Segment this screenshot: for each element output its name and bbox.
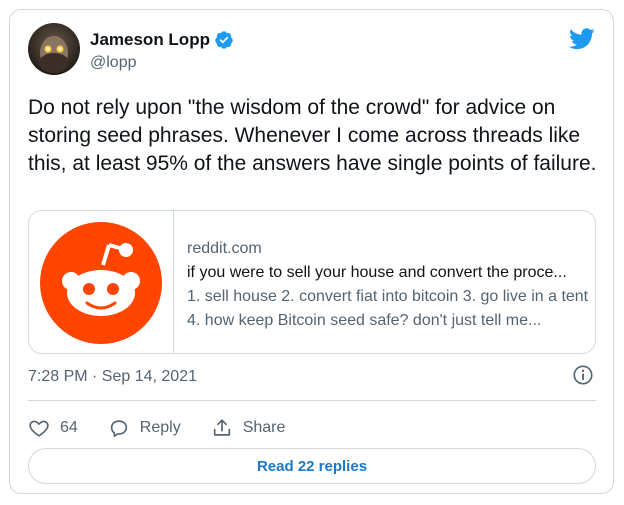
tweet-card: Jameson Lopp @lopp Do not rely upon "the… — [9, 9, 614, 494]
link-preview-card[interactable]: reddit.com if you were to sell your hous… — [28, 210, 596, 354]
share-button[interactable]: Share — [211, 417, 286, 439]
link-thumbnail — [29, 211, 174, 353]
reply-button[interactable]: Reply — [108, 417, 181, 439]
read-replies-button[interactable]: Read 22 replies — [28, 448, 596, 484]
link-description-wrap: 1. sell house 2. convert fiat into bitco… — [187, 285, 589, 333]
reddit-logo-icon — [40, 222, 162, 344]
avatar[interactable] — [28, 23, 80, 75]
action-bar: 64 Reply Share — [28, 408, 315, 448]
author-name[interactable]: Jameson Lopp — [90, 30, 210, 50]
twitter-bird-icon[interactable] — [569, 28, 595, 50]
author-handle[interactable]: @lopp — [90, 54, 137, 72]
tweet-timestamp[interactable]: 7:28 PM · Sep 14, 2021 — [28, 368, 197, 386]
heart-icon — [29, 420, 49, 437]
like-count: 64 — [60, 419, 78, 436]
reply-bubble-icon — [110, 420, 127, 438]
link-domain: reddit.com — [187, 240, 262, 257]
link-description: 1. sell house 2. convert fiat into bitco… — [187, 288, 589, 329]
divider — [28, 400, 596, 401]
verified-badge-icon — [215, 31, 233, 49]
author-name-row: Jameson Lopp — [90, 30, 234, 50]
share-label: Share — [242, 419, 286, 436]
link-card-text: reddit.com if you were to sell your hous… — [187, 237, 589, 333]
reply-label: Reply — [139, 419, 181, 436]
like-button[interactable]: 64 — [28, 417, 78, 439]
info-icon[interactable] — [572, 364, 594, 386]
link-title: if you were to sell your house and conve… — [187, 264, 567, 281]
share-icon — [213, 419, 230, 436]
tweet-text: Do not rely upon "the wisdom of the crow… — [28, 96, 597, 175]
